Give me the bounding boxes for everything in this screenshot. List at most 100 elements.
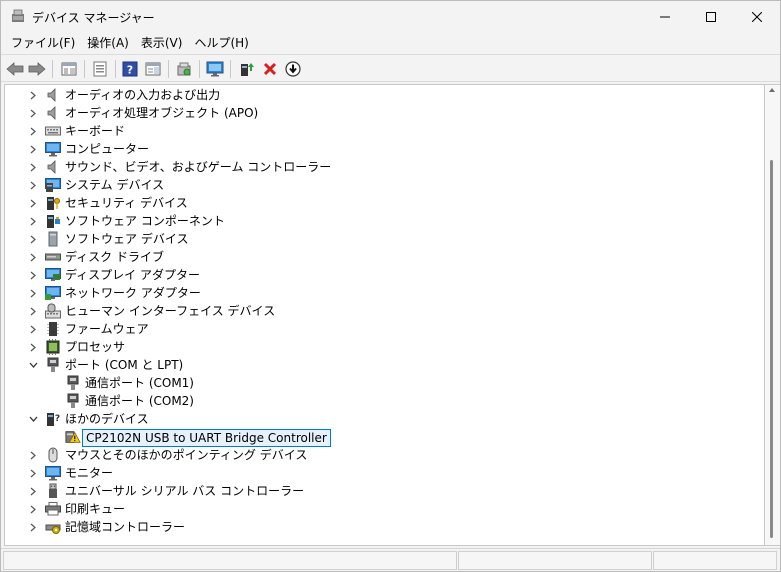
chevron-right-icon[interactable] bbox=[28, 468, 38, 478]
toolbar: ? bbox=[1, 54, 780, 82]
device-category[interactable]: ファームウェア bbox=[5, 320, 760, 338]
action-pane-button[interactable] bbox=[142, 58, 164, 80]
device-category[interactable]: キーボード bbox=[5, 122, 760, 140]
svg-text:?: ? bbox=[127, 64, 133, 77]
device-tree[interactable]: オーディオの入力および出力オーディオ処理オブジェクト (APO) キーボード コンピ… bbox=[4, 84, 765, 546]
device-category[interactable]: マウスとそのほかのポインティング デバイス bbox=[5, 446, 760, 464]
device-category[interactable]: モニター bbox=[5, 464, 760, 482]
speaker-icon bbox=[45, 105, 61, 121]
device-category[interactable]: コンピューター bbox=[5, 140, 760, 158]
scroll-up-arrow[interactable] bbox=[769, 88, 775, 92]
uninstall-device-button[interactable] bbox=[259, 58, 281, 80]
device-category[interactable]: ディスク ドライブ bbox=[5, 248, 760, 266]
device-category[interactable]: ヒューマン インターフェイス デバイス bbox=[5, 302, 760, 320]
chevron-down-icon[interactable] bbox=[28, 360, 38, 370]
software-device-icon bbox=[45, 231, 61, 247]
chevron-right-icon[interactable] bbox=[28, 306, 38, 316]
title-bar[interactable]: デバイス マネージャー bbox=[1, 1, 780, 32]
disable-device-button[interactable] bbox=[282, 58, 304, 80]
device-label: ポート (COM と LPT) bbox=[65, 358, 184, 372]
device-category[interactable]: サウンド、ビデオ、およびゲーム コントローラー bbox=[5, 158, 760, 176]
device-label: ディスプレイ アダプター bbox=[65, 268, 200, 282]
device-category[interactable]: ソフトウェア デバイス bbox=[5, 230, 760, 248]
device-item[interactable]: 通信ポート (COM2) bbox=[5, 392, 760, 410]
device-category[interactable]: ポート (COM と LPT) bbox=[5, 356, 760, 374]
back-button[interactable] bbox=[4, 58, 26, 80]
device-category[interactable]: ディスプレイ アダプター bbox=[5, 266, 760, 284]
device-category[interactable]: システム デバイス bbox=[5, 176, 760, 194]
device-label: ファームウェア bbox=[65, 322, 149, 336]
chevron-right-icon[interactable] bbox=[28, 324, 38, 334]
back-arrow-icon bbox=[6, 62, 24, 76]
chevron-right-icon[interactable] bbox=[28, 234, 38, 244]
svg-text:?: ? bbox=[55, 414, 60, 424]
view-devices-button[interactable] bbox=[204, 58, 226, 80]
close-icon bbox=[752, 11, 762, 22]
help-icon: ? bbox=[122, 61, 138, 77]
chevron-down-icon[interactable] bbox=[28, 414, 38, 424]
firmware-icon bbox=[45, 321, 61, 337]
forward-arrow-icon bbox=[28, 62, 46, 76]
device-label: ほかのデバイス bbox=[65, 412, 149, 426]
device-label: マウスとそのほかのポインティング デバイス bbox=[65, 448, 308, 462]
device-category[interactable]: ? ほかのデバイス bbox=[5, 410, 760, 428]
device-category[interactable]: ネットワーク アダプター bbox=[5, 284, 760, 302]
chevron-right-icon[interactable] bbox=[28, 288, 38, 298]
chevron-right-icon[interactable] bbox=[28, 522, 38, 532]
device-label: システム デバイス bbox=[65, 178, 165, 192]
mouse-icon bbox=[45, 447, 61, 463]
device-category[interactable]: セキュリティ デバイス bbox=[5, 194, 760, 212]
chevron-right-icon[interactable] bbox=[28, 144, 38, 154]
close-button[interactable] bbox=[734, 1, 780, 32]
hid-icon bbox=[45, 303, 61, 319]
device-category[interactable]: ユニバーサル シリアル バス コントローラー bbox=[5, 482, 760, 500]
chevron-right-icon[interactable] bbox=[28, 450, 38, 460]
toolbar-separator bbox=[52, 60, 53, 78]
device-item[interactable]: CP2102N USB to UART Bridge Controller bbox=[5, 428, 760, 447]
scan-hardware-button[interactable] bbox=[173, 58, 195, 80]
device-category[interactable]: オーディオの入力および出力 bbox=[5, 86, 760, 104]
minimize-button[interactable] bbox=[642, 1, 688, 32]
chevron-right-icon[interactable] bbox=[28, 180, 38, 190]
chevron-right-icon[interactable] bbox=[28, 216, 38, 226]
device-category[interactable]: 記憶域コントローラー bbox=[5, 518, 760, 536]
show-hide-tree-button[interactable] bbox=[58, 58, 80, 80]
chevron-right-icon[interactable] bbox=[28, 198, 38, 208]
scrollbar-thumb[interactable] bbox=[770, 160, 773, 538]
printer-icon bbox=[45, 501, 61, 517]
menu-file[interactable]: ファイル(F) bbox=[6, 33, 80, 53]
update-driver-button[interactable] bbox=[236, 58, 258, 80]
status-bar bbox=[1, 548, 780, 571]
properties-button[interactable] bbox=[89, 58, 111, 80]
device-category[interactable]: 印刷キュー bbox=[5, 500, 760, 518]
device-label: CP2102N USB to UART Bridge Controller bbox=[82, 429, 331, 447]
display-adapter-icon bbox=[45, 267, 61, 283]
chevron-right-icon[interactable] bbox=[28, 252, 38, 262]
device-item[interactable]: 通信ポート (COM1) bbox=[5, 374, 760, 392]
device-category[interactable]: プロセッサ bbox=[5, 338, 760, 356]
device-category[interactable]: ソフトウェア コンポーネント bbox=[5, 212, 760, 230]
chevron-right-icon[interactable] bbox=[28, 162, 38, 172]
chevron-right-icon[interactable] bbox=[28, 342, 38, 352]
scan-hardware-icon bbox=[177, 62, 191, 76]
chevron-right-icon[interactable] bbox=[28, 486, 38, 496]
chevron-right-icon[interactable] bbox=[28, 126, 38, 136]
maximize-icon bbox=[706, 11, 716, 22]
device-label: ネットワーク アダプター bbox=[65, 286, 201, 300]
chevron-right-icon[interactable] bbox=[28, 108, 38, 118]
device-label: 印刷キュー bbox=[65, 502, 126, 516]
vertical-scrollbar[interactable] bbox=[765, 84, 780, 546]
menu-action[interactable]: 操作(A) bbox=[82, 33, 134, 53]
help-button[interactable]: ? bbox=[119, 58, 141, 80]
forward-button[interactable] bbox=[26, 58, 48, 80]
device-label: オーディオの入力および出力 bbox=[65, 88, 221, 102]
chevron-right-icon[interactable] bbox=[28, 90, 38, 100]
status-segment bbox=[653, 551, 777, 570]
device-category[interactable]: オーディオ処理オブジェクト (APO) bbox=[5, 104, 760, 122]
chevron-right-icon[interactable] bbox=[28, 270, 38, 280]
maximize-button[interactable] bbox=[688, 1, 734, 32]
menu-help[interactable]: ヘルプ(H) bbox=[189, 33, 253, 53]
chevron-right-icon[interactable] bbox=[28, 504, 38, 514]
menu-view[interactable]: 表示(V) bbox=[136, 33, 188, 53]
port-icon bbox=[65, 393, 81, 409]
